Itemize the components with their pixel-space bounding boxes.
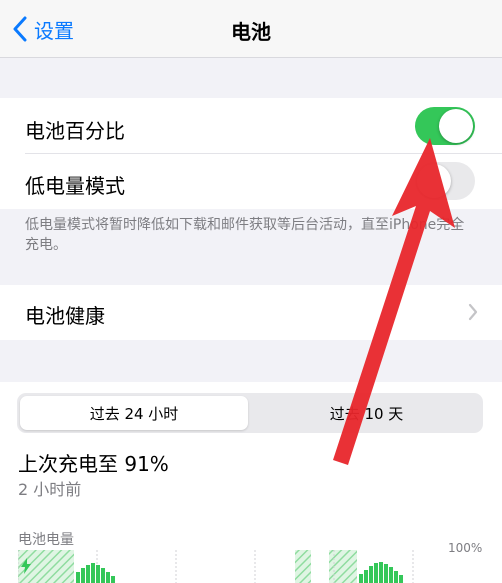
navigation-bar: 设置 电池 — [0, 0, 502, 58]
last-charge-text: 上次充电至 91% — [18, 452, 169, 476]
battery-percentage-label: 电池百分比 — [25, 119, 125, 143]
tab-last-10-days[interactable]: 过去 10 天 — [253, 396, 480, 430]
battery-level-chart — [18, 550, 414, 583]
battery-percentage-toggle[interactable] — [415, 107, 475, 145]
low-power-mode-label: 低电量模式 — [25, 174, 125, 198]
battery-level-chart-title: 电池电量 — [18, 532, 74, 548]
tab-last-24-hours[interactable]: 过去 24 小时 — [20, 396, 248, 430]
chevron-right-icon — [468, 303, 478, 321]
toggle-knob — [439, 109, 473, 143]
battery-settings-group: 电池百分比 低电量模式 — [0, 98, 502, 209]
last-charge-time: 2 小时前 — [18, 480, 82, 499]
low-power-footnote: 低电量模式将暂时降低如下载和邮件获取等后台活动，直至iPhone完全充电。 — [25, 217, 465, 253]
battery-health-label: 电池健康 — [25, 304, 105, 328]
page-title: 电池 — [231, 20, 271, 44]
battery-health-row[interactable]: 电池健康 — [0, 285, 502, 340]
low-power-mode-toggle[interactable] — [415, 162, 475, 200]
time-range-segmented-control: 过去 24 小时 过去 10 天 — [17, 393, 483, 433]
charging-region — [295, 550, 311, 583]
row-divider — [25, 153, 502, 154]
charging-bolt-icon — [21, 558, 31, 574]
toggle-knob — [417, 164, 451, 198]
charging-region — [329, 550, 357, 583]
